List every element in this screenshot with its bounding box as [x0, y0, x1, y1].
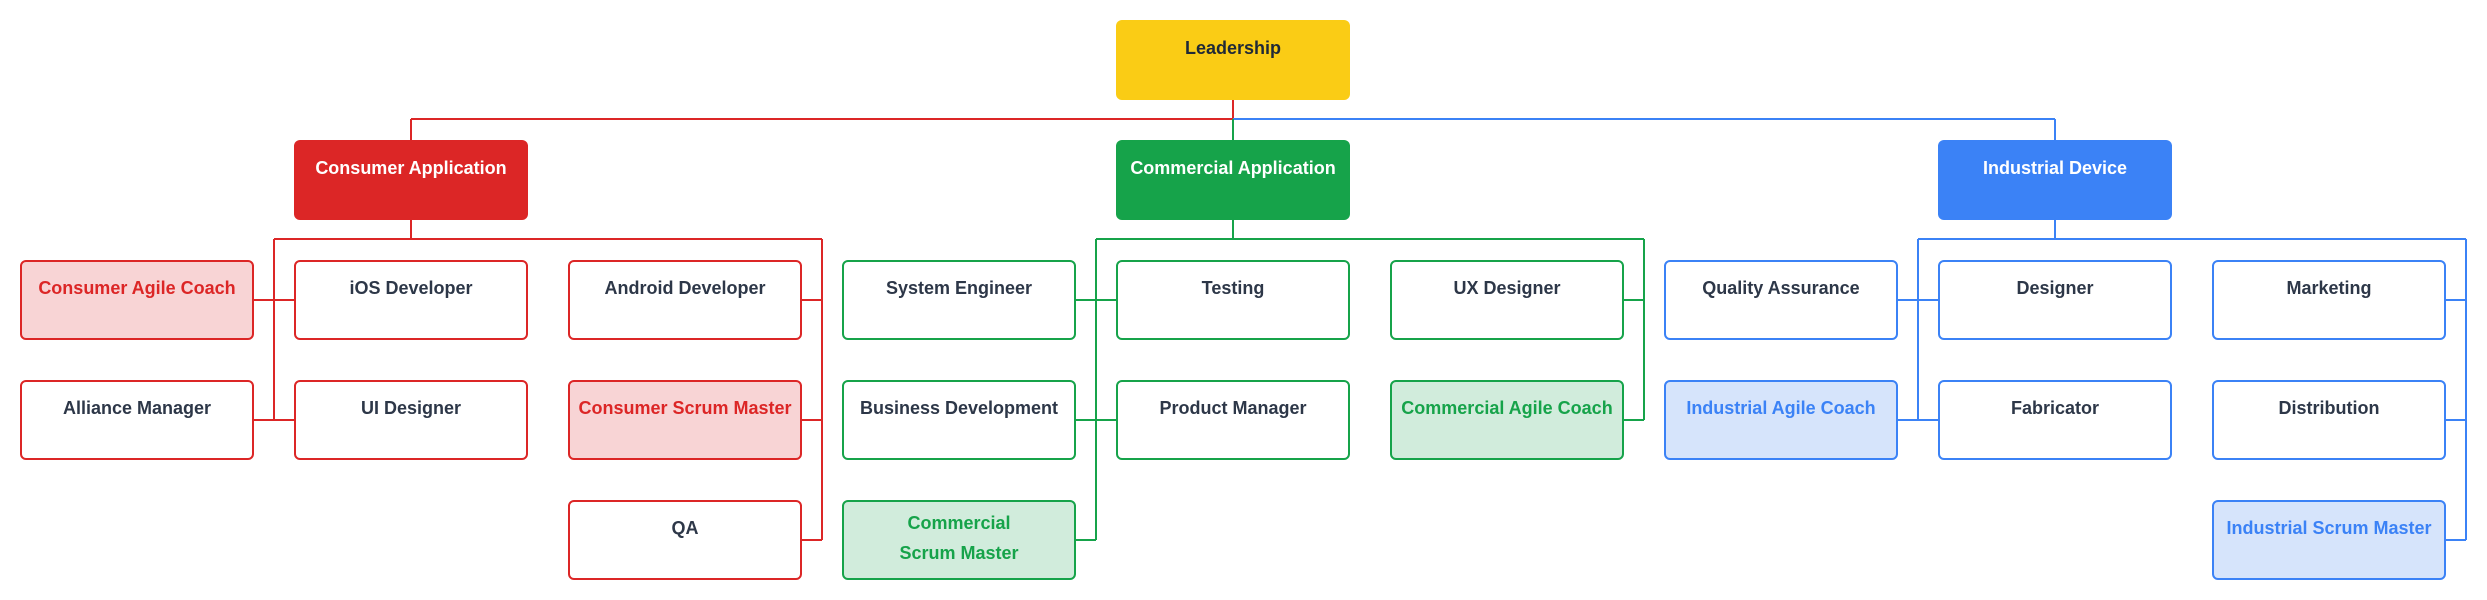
node-label: Consumer Application [315, 158, 507, 178]
node-label: Fabricator [2010, 398, 2100, 418]
node-label: Marketing [2286, 278, 2372, 298]
node-leadership[interactable]: Leadership [1116, 20, 1350, 100]
node-label: Quality Assurance [1702, 278, 1860, 298]
node-label: Consumer Scrum Master [578, 398, 792, 418]
node-label: UX Designer [1453, 278, 1561, 298]
node-label: QA [671, 518, 699, 538]
node-label: Industrial Device [1982, 158, 2128, 178]
node-ui-designer[interactable]: UI Designer [294, 380, 528, 460]
node-consumer-scrum-master[interactable]: Consumer Scrum Master [568, 380, 802, 460]
node-industrial-scrum-master[interactable]: Industrial Scrum Master [2212, 500, 2446, 580]
node-label: UI Designer [360, 398, 462, 418]
node-marketing[interactable]: Marketing [2212, 260, 2446, 340]
node-alliance-manager[interactable]: Alliance Manager [20, 380, 254, 460]
node-label: Testing [1201, 278, 1265, 298]
node-label: Distribution [2278, 398, 2380, 418]
node-commercial-application[interactable]: Commercial Application [1116, 140, 1350, 220]
node-label: Consumer Agile Coach [38, 278, 236, 298]
node-label: Industrial Agile Coach [1686, 398, 1876, 418]
node-label: Designer [2016, 278, 2094, 298]
node-system-engineer[interactable]: System Engineer [842, 260, 1076, 340]
node-label: Alliance Manager [62, 398, 212, 418]
node-label: System Engineer [885, 278, 1033, 298]
node-label: Android Developer [604, 278, 766, 298]
node-label: Commercial Agile Coach [1401, 398, 1613, 418]
node-qa[interactable]: QA [568, 500, 802, 580]
node-commercial-agile-coach[interactable]: Commercial Agile Coach [1390, 380, 1624, 460]
node-industrial-device[interactable]: Industrial Device [1938, 140, 2172, 220]
node-label: Product Manager [1159, 398, 1307, 418]
node-designer[interactable]: Designer [1938, 260, 2172, 340]
org-chart: Leadership Consumer Application Commerci… [0, 0, 2487, 600]
node-product-manager[interactable]: Product Manager [1116, 380, 1350, 460]
node-testing[interactable]: Testing [1116, 260, 1350, 340]
node-label: Scrum Master [899, 543, 1019, 563]
node-label: iOS Developer [349, 278, 473, 298]
node-label: Commercial Application [1130, 158, 1336, 178]
node-label: Commercial [907, 513, 1011, 533]
node-ux-designer[interactable]: UX Designer [1390, 260, 1624, 340]
node-business-development[interactable]: Business Development [842, 380, 1076, 460]
node-consumer-application[interactable]: Consumer Application [294, 140, 528, 220]
node-commercial-scrum-master[interactable]: Commercial Scrum Master [842, 500, 1076, 580]
node-label: Business Development [859, 398, 1059, 418]
node-consumer-agile-coach[interactable]: Consumer Agile Coach [20, 260, 254, 340]
node-quality-assurance[interactable]: Quality Assurance [1664, 260, 1898, 340]
node-distribution[interactable]: Distribution [2212, 380, 2446, 460]
node-android-developer[interactable]: Android Developer [568, 260, 802, 340]
node-label: Industrial Scrum Master [2226, 518, 2432, 538]
node-industrial-agile-coach[interactable]: Industrial Agile Coach [1664, 380, 1898, 460]
node-label: Leadership [1184, 38, 1282, 58]
node-fabricator[interactable]: Fabricator [1938, 380, 2172, 460]
node-ios-developer[interactable]: iOS Developer [294, 260, 528, 340]
